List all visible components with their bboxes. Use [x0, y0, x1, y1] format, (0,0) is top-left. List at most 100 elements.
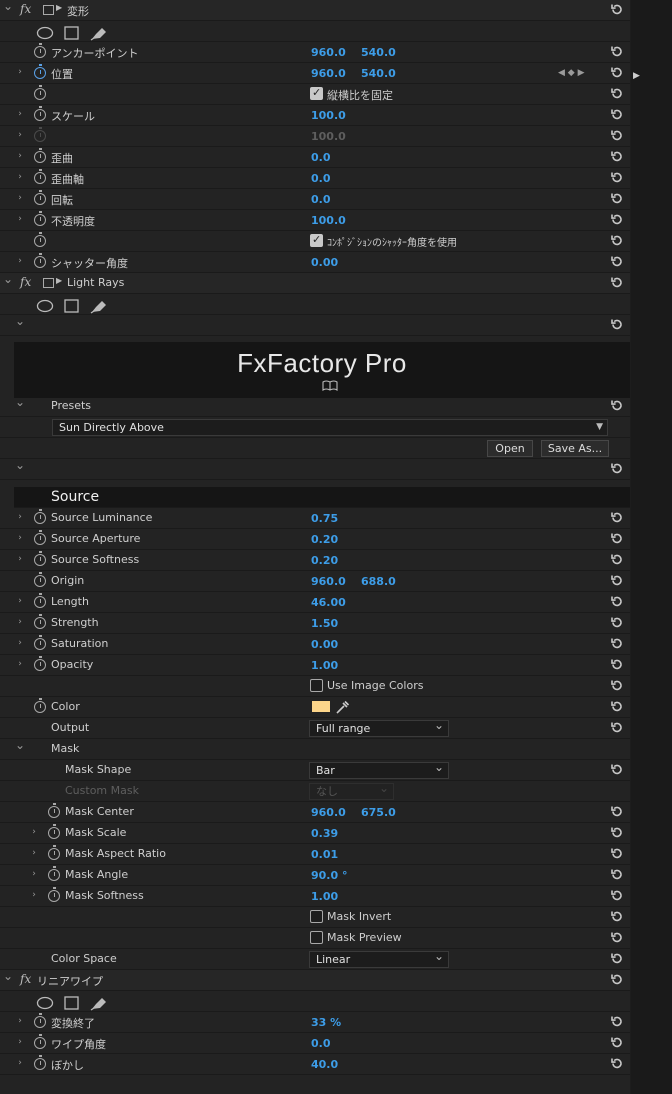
- stopwatch-icon[interactable]: [34, 509, 46, 524]
- chevron-icon[interactable]: ›: [15, 151, 25, 162]
- chevron-icon[interactable]: ›: [29, 848, 39, 859]
- reset-icon[interactable]: [610, 574, 624, 587]
- collapse-chevron-icon[interactable]: ⌄: [3, 0, 13, 12]
- stopwatch-icon[interactable]: [34, 85, 46, 100]
- keyframe-next-icon[interactable]: ▶: [633, 71, 640, 81]
- chevron-icon[interactable]: ⌄: [15, 459, 25, 471]
- chevron-icon[interactable]: ›: [15, 659, 25, 670]
- property-value[interactable]: 1.00: [311, 890, 338, 903]
- property-value[interactable]: 960.0: [311, 46, 346, 59]
- reset-icon[interactable]: [610, 150, 624, 163]
- reset-icon[interactable]: [610, 1015, 624, 1028]
- chevron-icon[interactable]: ›: [15, 214, 25, 225]
- collapse-chevron-icon[interactable]: ⌄: [3, 273, 13, 285]
- property-value[interactable]: 0.75: [311, 512, 338, 525]
- keyframe-nav-icon[interactable]: ◀ ◆ ▶: [558, 68, 585, 78]
- dropdown-color-space[interactable]: Linear ⌄: [309, 949, 449, 968]
- property-value[interactable]: 0.01: [311, 848, 338, 861]
- property-value[interactable]: 100.0: [311, 109, 346, 122]
- reset-icon[interactable]: [610, 462, 624, 475]
- stopwatch-icon[interactable]: [34, 148, 46, 163]
- stopwatch-icon[interactable]: [34, 127, 46, 142]
- stopwatch-icon[interactable]: [48, 845, 60, 860]
- stopwatch-icon[interactable]: [34, 656, 46, 671]
- property-value[interactable]: 0.00: [311, 256, 338, 269]
- checkbox[interactable]: [310, 86, 323, 100]
- reset-icon[interactable]: [610, 679, 624, 692]
- dropdown-output[interactable]: Full range ⌄: [309, 718, 449, 737]
- property-value[interactable]: 0.0: [311, 1037, 331, 1050]
- reset-icon[interactable]: [610, 763, 624, 776]
- reset-icon[interactable]: [610, 910, 624, 923]
- property-value[interactable]: 1.50: [311, 617, 338, 630]
- stopwatch-icon[interactable]: [48, 803, 60, 818]
- reset-icon[interactable]: [610, 889, 624, 902]
- reset-icon[interactable]: [610, 826, 624, 839]
- reset-icon[interactable]: [610, 129, 624, 142]
- property-value[interactable]: 0.00: [311, 638, 338, 651]
- checkbox[interactable]: [310, 233, 323, 247]
- reset-icon[interactable]: [610, 318, 624, 331]
- property-value[interactable]: 40.0: [311, 1058, 338, 1071]
- reset-icon[interactable]: [610, 1057, 624, 1070]
- chevron-icon[interactable]: ›: [15, 130, 25, 141]
- reset-icon[interactable]: [610, 87, 624, 100]
- chevron-icon[interactable]: ›: [29, 827, 39, 838]
- stopwatch-icon[interactable]: [34, 635, 46, 650]
- transform-icon[interactable]: [43, 5, 54, 15]
- reset-icon[interactable]: [610, 234, 624, 247]
- reset-icon[interactable]: [610, 255, 624, 268]
- stopwatch-icon[interactable]: [34, 698, 46, 713]
- stopwatch-icon[interactable]: [34, 64, 46, 79]
- reset-icon[interactable]: [610, 847, 624, 860]
- transform-icon[interactable]: [43, 278, 54, 288]
- chevron-icon[interactable]: ›: [15, 67, 25, 78]
- reset-icon[interactable]: [610, 973, 624, 986]
- reset-icon[interactable]: [610, 276, 624, 289]
- property-value[interactable]: 33 %: [311, 1016, 341, 1029]
- reset-icon[interactable]: [610, 108, 624, 121]
- chevron-icon[interactable]: ›: [29, 869, 39, 880]
- chevron-icon[interactable]: ›: [15, 554, 25, 565]
- property-value[interactable]: 0.39: [311, 827, 338, 840]
- dropdown-mask-shape[interactable]: Bar ⌄: [309, 760, 449, 779]
- property-value-y[interactable]: 540.0: [361, 67, 396, 80]
- stopwatch-icon[interactable]: [34, 232, 46, 247]
- property-value[interactable]: 0.0: [311, 151, 331, 164]
- reset-icon[interactable]: [610, 532, 624, 545]
- stopwatch-icon[interactable]: [48, 887, 60, 902]
- reset-icon[interactable]: [610, 399, 624, 412]
- property-value[interactable]: 960.0: [311, 67, 346, 80]
- checkbox[interactable]: [310, 679, 323, 692]
- stopwatch-icon[interactable]: [48, 866, 60, 881]
- chevron-icon[interactable]: ›: [15, 172, 25, 183]
- stopwatch-icon[interactable]: [34, 614, 46, 629]
- checkbox[interactable]: [310, 910, 323, 923]
- chevron-icon[interactable]: ›: [15, 1037, 25, 1048]
- checkbox[interactable]: [310, 931, 323, 944]
- chevron-icon[interactable]: ›: [15, 1058, 25, 1069]
- reset-icon[interactable]: [610, 721, 624, 734]
- reset-icon[interactable]: [610, 553, 624, 566]
- reset-icon[interactable]: [610, 700, 624, 713]
- chevron-icon[interactable]: ›: [15, 617, 25, 628]
- timeline-track-area[interactable]: [631, 0, 672, 1094]
- property-value-y[interactable]: 540.0: [361, 46, 396, 59]
- chevron-icon[interactable]: ⌄: [15, 315, 25, 327]
- reset-icon[interactable]: [610, 192, 624, 205]
- reset-icon[interactable]: [610, 637, 624, 650]
- property-value[interactable]: 1.00: [311, 659, 338, 672]
- property-value[interactable]: 100.0: [311, 214, 346, 227]
- book-icon[interactable]: [322, 380, 338, 394]
- property-value-y[interactable]: 688.0: [361, 575, 396, 588]
- reset-icon[interactable]: [610, 171, 624, 184]
- presets-dropdown[interactable]: Sun Directly Above ▼: [52, 419, 608, 436]
- color-swatch[interactable]: [312, 701, 330, 712]
- reset-icon[interactable]: [610, 3, 624, 16]
- property-value[interactable]: 0.20: [311, 533, 338, 546]
- reset-icon[interactable]: [610, 616, 624, 629]
- chevron-icon[interactable]: ›: [15, 193, 25, 204]
- stopwatch-icon[interactable]: [34, 190, 46, 205]
- stopwatch-icon[interactable]: [34, 551, 46, 566]
- chevron-icon[interactable]: ›: [15, 533, 25, 544]
